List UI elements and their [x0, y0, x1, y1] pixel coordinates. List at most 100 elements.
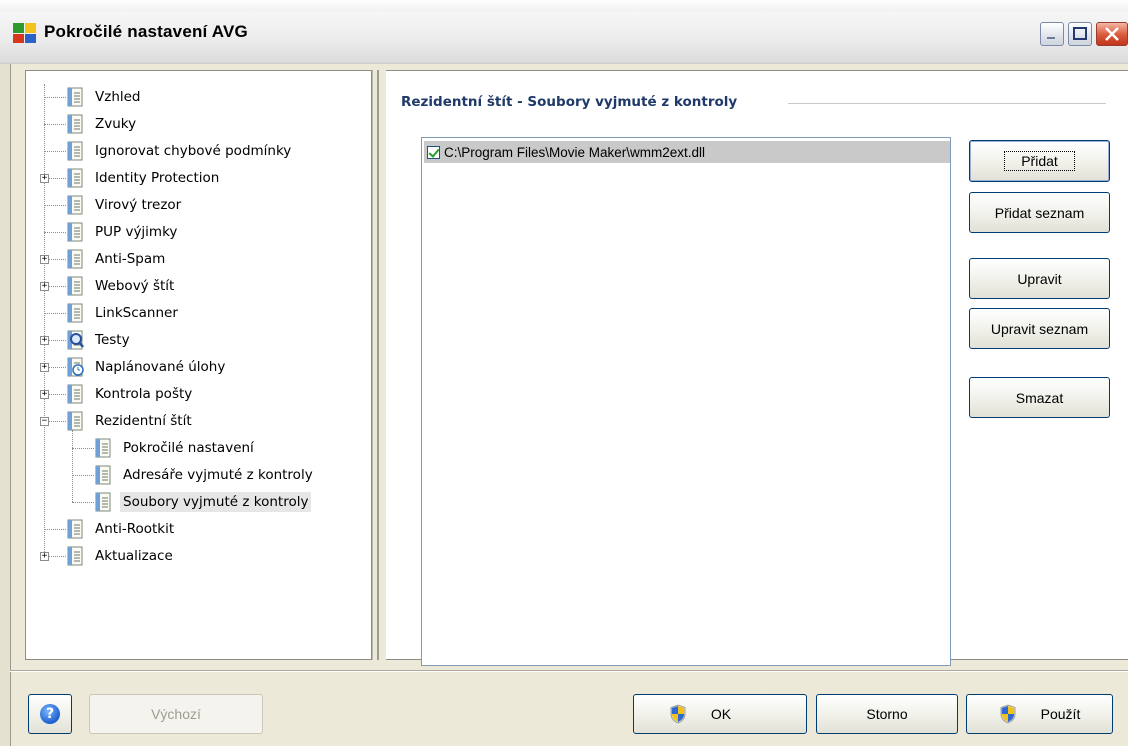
scheduler-icon — [67, 357, 84, 377]
defaults-button-label: Výchozí — [151, 706, 201, 722]
tree-item[interactable]: LinkScanner — [66, 300, 181, 326]
tree-item-label: Naplánované úlohy — [95, 359, 226, 375]
settings-tree[interactable]: Vzhled Zvuky Ignorovat chybové podmínky … — [25, 70, 372, 660]
close-icon — [1105, 27, 1119, 41]
file-enabled-checkbox[interactable] — [427, 145, 440, 159]
tree-item[interactable]: Webový štít — [66, 273, 177, 299]
add-button[interactable]: Přidat — [969, 140, 1110, 182]
tree-item-label: Webový štít — [95, 278, 175, 294]
tree-item[interactable]: Naplánované úlohy — [66, 354, 228, 380]
title-bar: Pokročilé nastavení AVG — [0, 0, 1128, 64]
tree-item[interactable]: Anti-Rootkit — [66, 516, 177, 542]
tree-connector — [44, 205, 66, 206]
window-left-edge — [0, 64, 11, 746]
settings-page-icon — [67, 411, 83, 431]
tree-connector — [72, 448, 94, 449]
file-path: C:\Program Files\Movie Maker\wmm2ext.dll — [444, 144, 706, 160]
add-list-button-label: Přidat seznam — [994, 204, 1085, 221]
cancel-button[interactable]: Storno — [816, 694, 958, 734]
tree-item[interactable]: PUP výjimky — [66, 219, 180, 245]
tree-item[interactable]: Testy — [66, 327, 133, 353]
add-button-label: Přidat — [1004, 151, 1075, 171]
minimize-icon — [1047, 37, 1055, 39]
tree-connector — [44, 529, 66, 530]
tree-item[interactable]: Zvuky — [66, 111, 139, 137]
expand-icon[interactable]: + — [40, 174, 49, 183]
tree-connector — [44, 97, 66, 98]
tree-item-label: Zvuky — [95, 116, 137, 132]
settings-page-icon — [67, 87, 83, 107]
tree-connector — [72, 502, 94, 503]
settings-page-icon — [95, 438, 111, 458]
tree-item[interactable]: Vzhled — [66, 84, 144, 110]
tree-item[interactable]: Rezidentní štít — [66, 408, 195, 434]
tree-item-label: Pokročilé nastavení — [123, 440, 254, 456]
settings-page-icon — [95, 492, 111, 512]
tree-item[interactable]: Identity Protection — [66, 165, 222, 191]
apply-button-label: Použít — [1040, 706, 1081, 722]
tree-item-label: Adresáře vyjmuté z kontroly — [123, 467, 313, 483]
tree-connector — [72, 475, 94, 476]
ok-button[interactable]: OK — [633, 694, 807, 734]
tree-item[interactable]: Adresáře vyjmuté z kontroly — [94, 462, 316, 488]
tree-item-label: Virový trezor — [95, 197, 182, 213]
expand-icon[interactable]: + — [40, 390, 49, 399]
tree-item[interactable]: Virový trezor — [66, 192, 184, 218]
help-button[interactable]: ? — [28, 694, 72, 734]
settings-page-icon — [67, 384, 83, 404]
magnifier-icon — [67, 330, 84, 350]
question-mark-icon: ? — [40, 704, 60, 724]
maximize-icon — [1073, 27, 1087, 40]
settings-page-icon — [95, 465, 111, 485]
expand-icon[interactable]: + — [40, 255, 49, 264]
add-list-button[interactable]: Přidat seznam — [969, 192, 1110, 233]
tree-item[interactable]: Anti-Spam — [66, 246, 168, 272]
tree-item[interactable]: Pokročilé nastavení — [94, 435, 257, 461]
settings-page-icon — [67, 195, 83, 215]
avg-logo-icon — [13, 23, 36, 43]
tree-item-label: Ignorovat chybové podmínky — [95, 143, 292, 159]
apply-button[interactable]: Použít — [966, 694, 1113, 734]
expand-icon[interactable]: + — [40, 552, 49, 561]
tree-item-label: Kontrola pošty — [95, 386, 193, 402]
expand-icon[interactable]: + — [40, 363, 49, 372]
delete-button[interactable]: Smazat — [969, 377, 1110, 418]
tree-item[interactable]: Soubory vyjmuté z kontroly — [94, 489, 312, 515]
panel-splitter[interactable] — [372, 70, 386, 660]
tree-guide-line — [72, 430, 73, 502]
footer-divider — [10, 670, 1128, 672]
minimize-button[interactable] — [1040, 22, 1064, 46]
tree-item-label: Anti-Rootkit — [95, 521, 175, 537]
settings-page-icon — [67, 276, 83, 296]
tree-item-label: Rezidentní štít — [95, 413, 192, 429]
tree-item-label: Aktualizace — [95, 548, 173, 564]
edit-list-button[interactable]: Upravit seznam — [969, 308, 1110, 349]
ok-button-label: OK — [710, 706, 732, 722]
shield-icon — [670, 704, 686, 724]
section-divider — [788, 103, 1106, 104]
edit-list-button-label: Upravit seznam — [990, 320, 1089, 337]
excluded-files-list[interactable]: C:\Program Files\Movie Maker\wmm2ext.dll — [421, 137, 951, 666]
defaults-button[interactable]: Výchozí — [89, 694, 263, 734]
expand-icon[interactable]: + — [40, 336, 49, 345]
tree-item-label: Vzhled — [95, 89, 141, 105]
close-button[interactable] — [1096, 22, 1128, 46]
tree-item-label: Identity Protection — [95, 170, 220, 186]
tree-item[interactable]: Kontrola pošty — [66, 381, 195, 407]
settings-page-icon — [67, 303, 83, 323]
settings-page-icon — [67, 546, 83, 566]
tree-item-label: LinkScanner — [95, 305, 178, 321]
cancel-button-label: Storno — [866, 706, 908, 722]
list-item[interactable]: C:\Program Files\Movie Maker\wmm2ext.dll — [424, 141, 950, 163]
edit-button[interactable]: Upravit — [969, 258, 1110, 299]
tree-item-label: Soubory vyjmuté z kontroly — [120, 492, 312, 512]
settings-page-icon — [67, 114, 83, 134]
tree-item[interactable]: Aktualizace — [66, 543, 176, 569]
tree-item[interactable]: Ignorovat chybové podmínky — [66, 138, 294, 164]
edit-button-label: Upravit — [1017, 270, 1062, 287]
expand-icon[interactable]: + — [40, 282, 49, 291]
collapse-icon[interactable]: − — [40, 417, 49, 426]
settings-page-icon — [67, 141, 83, 161]
tree-item-label: PUP výjimky — [95, 224, 178, 240]
maximize-button[interactable] — [1068, 22, 1092, 46]
